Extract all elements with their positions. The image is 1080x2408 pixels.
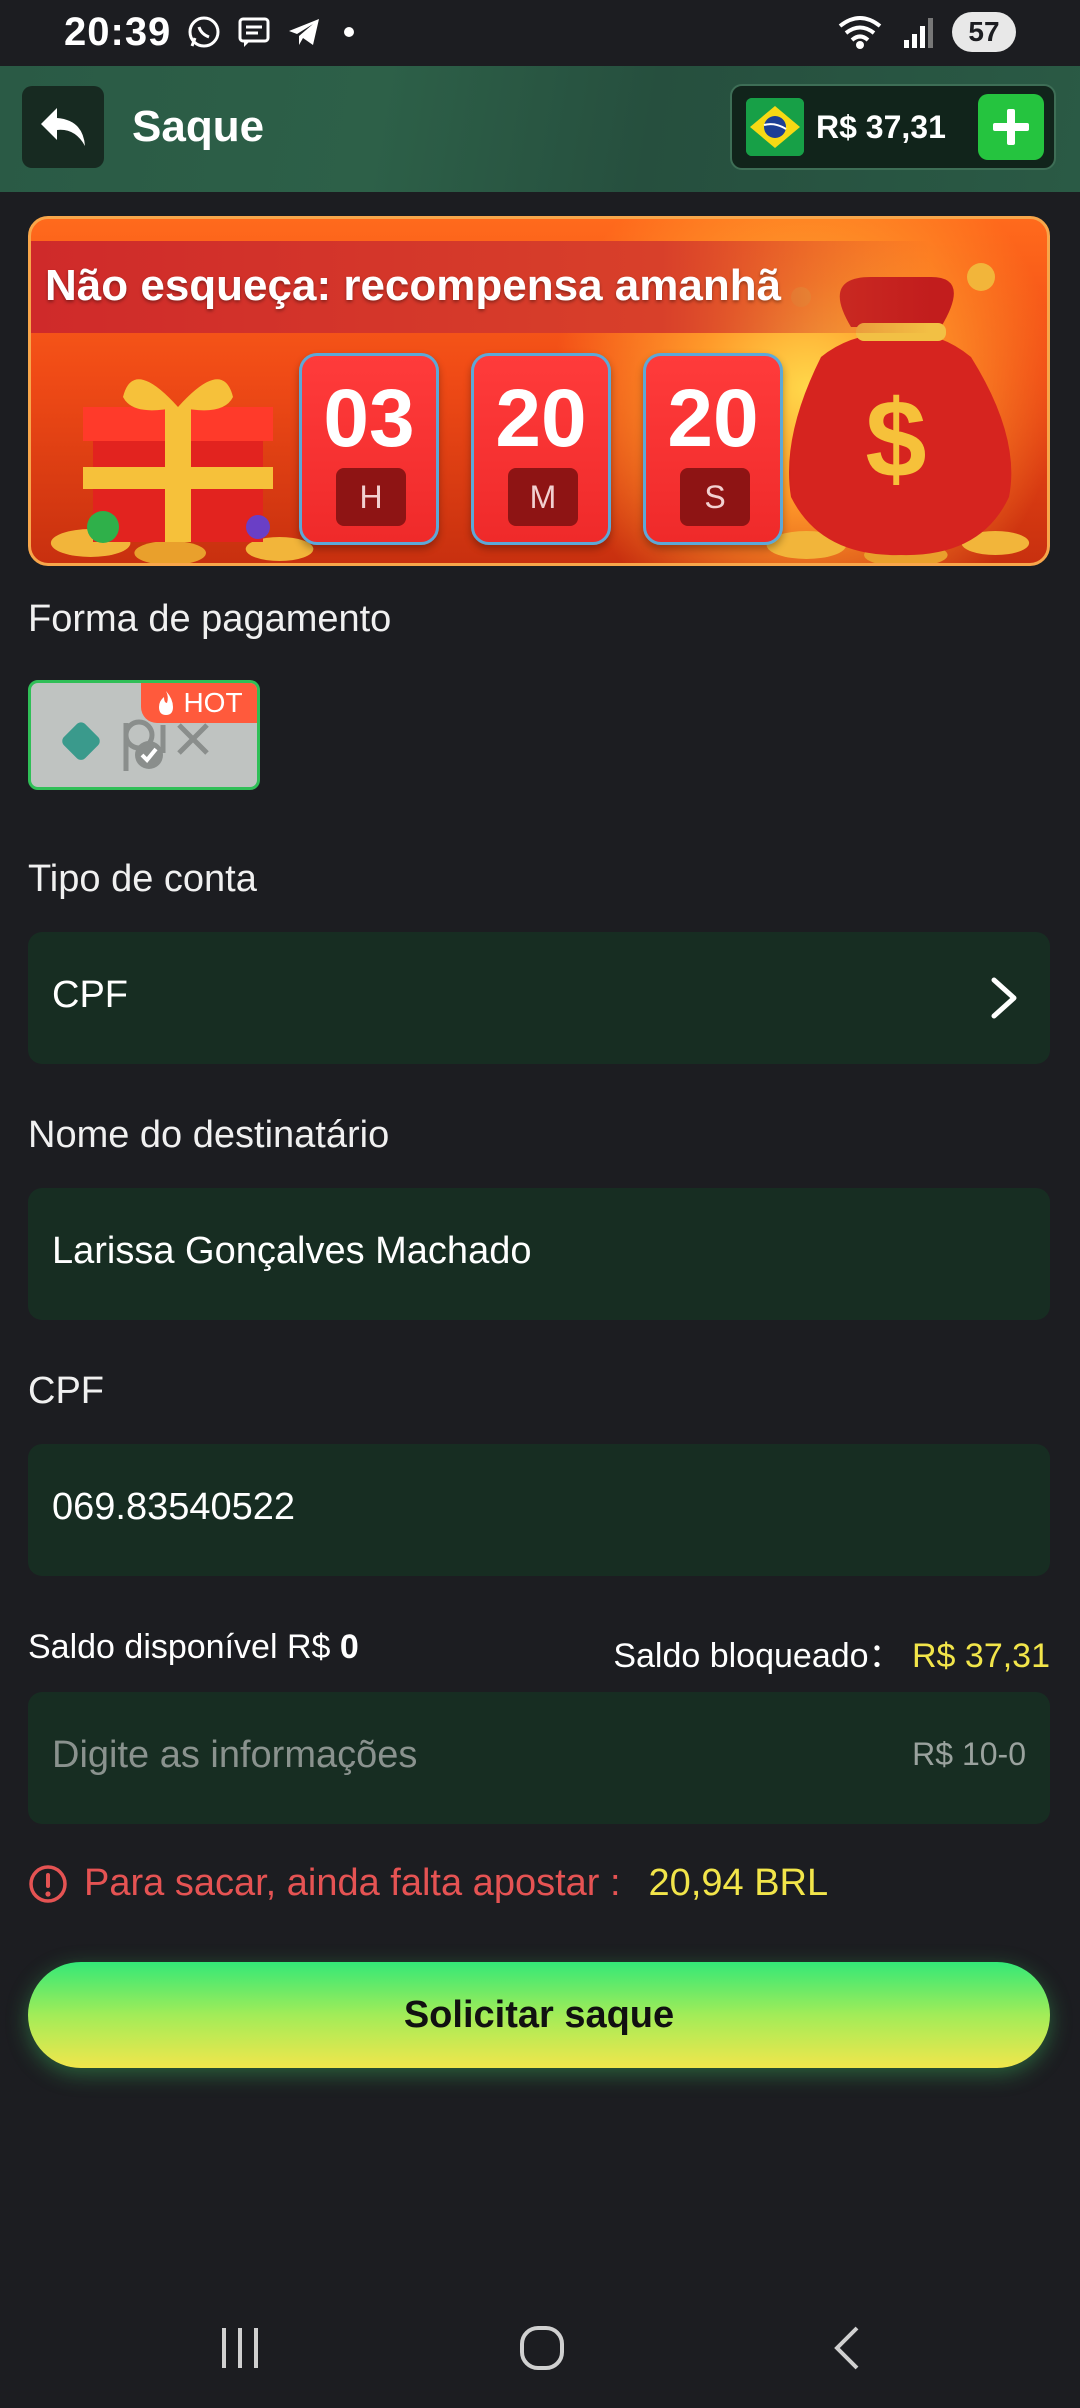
timer-seconds: 20 S (643, 353, 783, 545)
blocked-balance-label: Saldo bloqueado： (613, 1637, 903, 1675)
reward-banner[interactable]: $ Não esqueça: recompensa amanhã 03 H 20… (28, 216, 1050, 566)
notification-icons (186, 14, 354, 50)
cpf-label: CPF (28, 1370, 104, 1412)
request-withdrawal-button[interactable]: Solicitar saque (28, 1962, 1050, 2068)
system-icons: 57 (836, 12, 1016, 52)
amount-placeholder: Digite as informações (52, 1734, 418, 1776)
blocked-balance: Saldo bloqueado： R$ 37,31 (613, 1628, 1050, 1677)
home-icon (520, 2326, 564, 2370)
timer-seconds-value: 20 (667, 373, 759, 464)
timer-minutes-unit: M (508, 468, 578, 526)
brazil-flag-icon (746, 98, 804, 156)
timer-hours-value: 03 (323, 373, 415, 464)
blocked-balance-value: R$ 37,31 (912, 1637, 1050, 1675)
battery-indicator: 57 (952, 12, 1016, 52)
balances-row: Saldo disponível R$ 0 Saldo bloqueado： R… (28, 1628, 1050, 1675)
recipient-name-value: Larissa Gonçalves Machado (52, 1230, 532, 1272)
account-type-label: Tipo de conta (28, 858, 257, 900)
pix-payment-option[interactable]: HOT (28, 680, 260, 790)
wagering-warning: Para sacar, ainda falta apostar : 20,94 … (28, 1862, 828, 1905)
payment-method-label: Forma de pagamento (28, 598, 392, 640)
timer-hours-unit: H (336, 468, 406, 526)
wifi-icon (838, 16, 882, 49)
chevron-right-icon (991, 977, 1017, 1019)
recipient-name-label: Nome do destinatário (28, 1114, 390, 1156)
back-nav-button[interactable] (806, 2318, 886, 2378)
signal-icon (904, 18, 933, 48)
plus-icon (993, 109, 1029, 145)
warning-amount: 20,94 BRL (648, 1862, 829, 1904)
available-balance-value: 0 (339, 1628, 359, 1666)
page-title: Saque (132, 102, 265, 151)
home-button[interactable] (502, 2318, 582, 2378)
recent-apps-icon (222, 2328, 258, 2368)
back-arrow-icon (41, 108, 85, 146)
balance-amount: R$ 37,31 (816, 108, 946, 145)
svg-text:$: $ (865, 378, 926, 501)
app-header: Saque R$ 37,31 (0, 66, 1080, 192)
available-balance-label: Saldo disponível R$ (28, 1628, 331, 1666)
system-nav-bar (0, 2288, 1080, 2408)
flame-icon (159, 691, 174, 715)
hot-badge-label: HOT (183, 687, 243, 718)
back-button[interactable] (22, 86, 104, 168)
cpf-value: 069.83540522 (52, 1486, 296, 1528)
amount-range: R$ 10-0 (912, 1736, 1026, 1772)
timer-seconds-unit: S (680, 468, 750, 526)
back-chevron-icon (834, 2326, 859, 2370)
more-notifications-dot (344, 27, 354, 37)
warning-text: Para sacar, ainda falta apostar : (84, 1862, 621, 1904)
hot-badge: HOT (141, 683, 257, 723)
gift-box-icon (83, 379, 273, 543)
recipient-name-field[interactable]: Larissa Gonçalves Machado (28, 1188, 1050, 1320)
status-time: 20:39 (64, 10, 172, 54)
whatsapp-icon (188, 16, 220, 48)
status-bar: 20:39 57 (0, 0, 1080, 66)
deposit-button[interactable] (978, 94, 1044, 160)
alert-circle-icon (29, 1864, 67, 1903)
message-icon (238, 17, 270, 47)
available-balance: Saldo disponível R$ 0 (28, 1628, 359, 1667)
recent-apps-button[interactable] (200, 2318, 280, 2378)
account-type-value: CPF (52, 974, 128, 1016)
withdraw-amount-input[interactable]: Digite as informações R$ 10-0 (28, 1692, 1050, 1824)
balance-widget[interactable]: R$ 37,31 (730, 84, 1056, 170)
account-type-select[interactable]: CPF (28, 932, 1050, 1064)
timer-hours: 03 H (299, 353, 439, 545)
banner-title: Não esqueça: recompensa amanhã (45, 261, 782, 310)
cpf-field[interactable]: 069.83540522 (28, 1444, 1050, 1576)
telegram-icon (289, 19, 319, 45)
timer-minutes: 20 M (471, 353, 611, 545)
timer-minutes-value: 20 (495, 373, 587, 464)
